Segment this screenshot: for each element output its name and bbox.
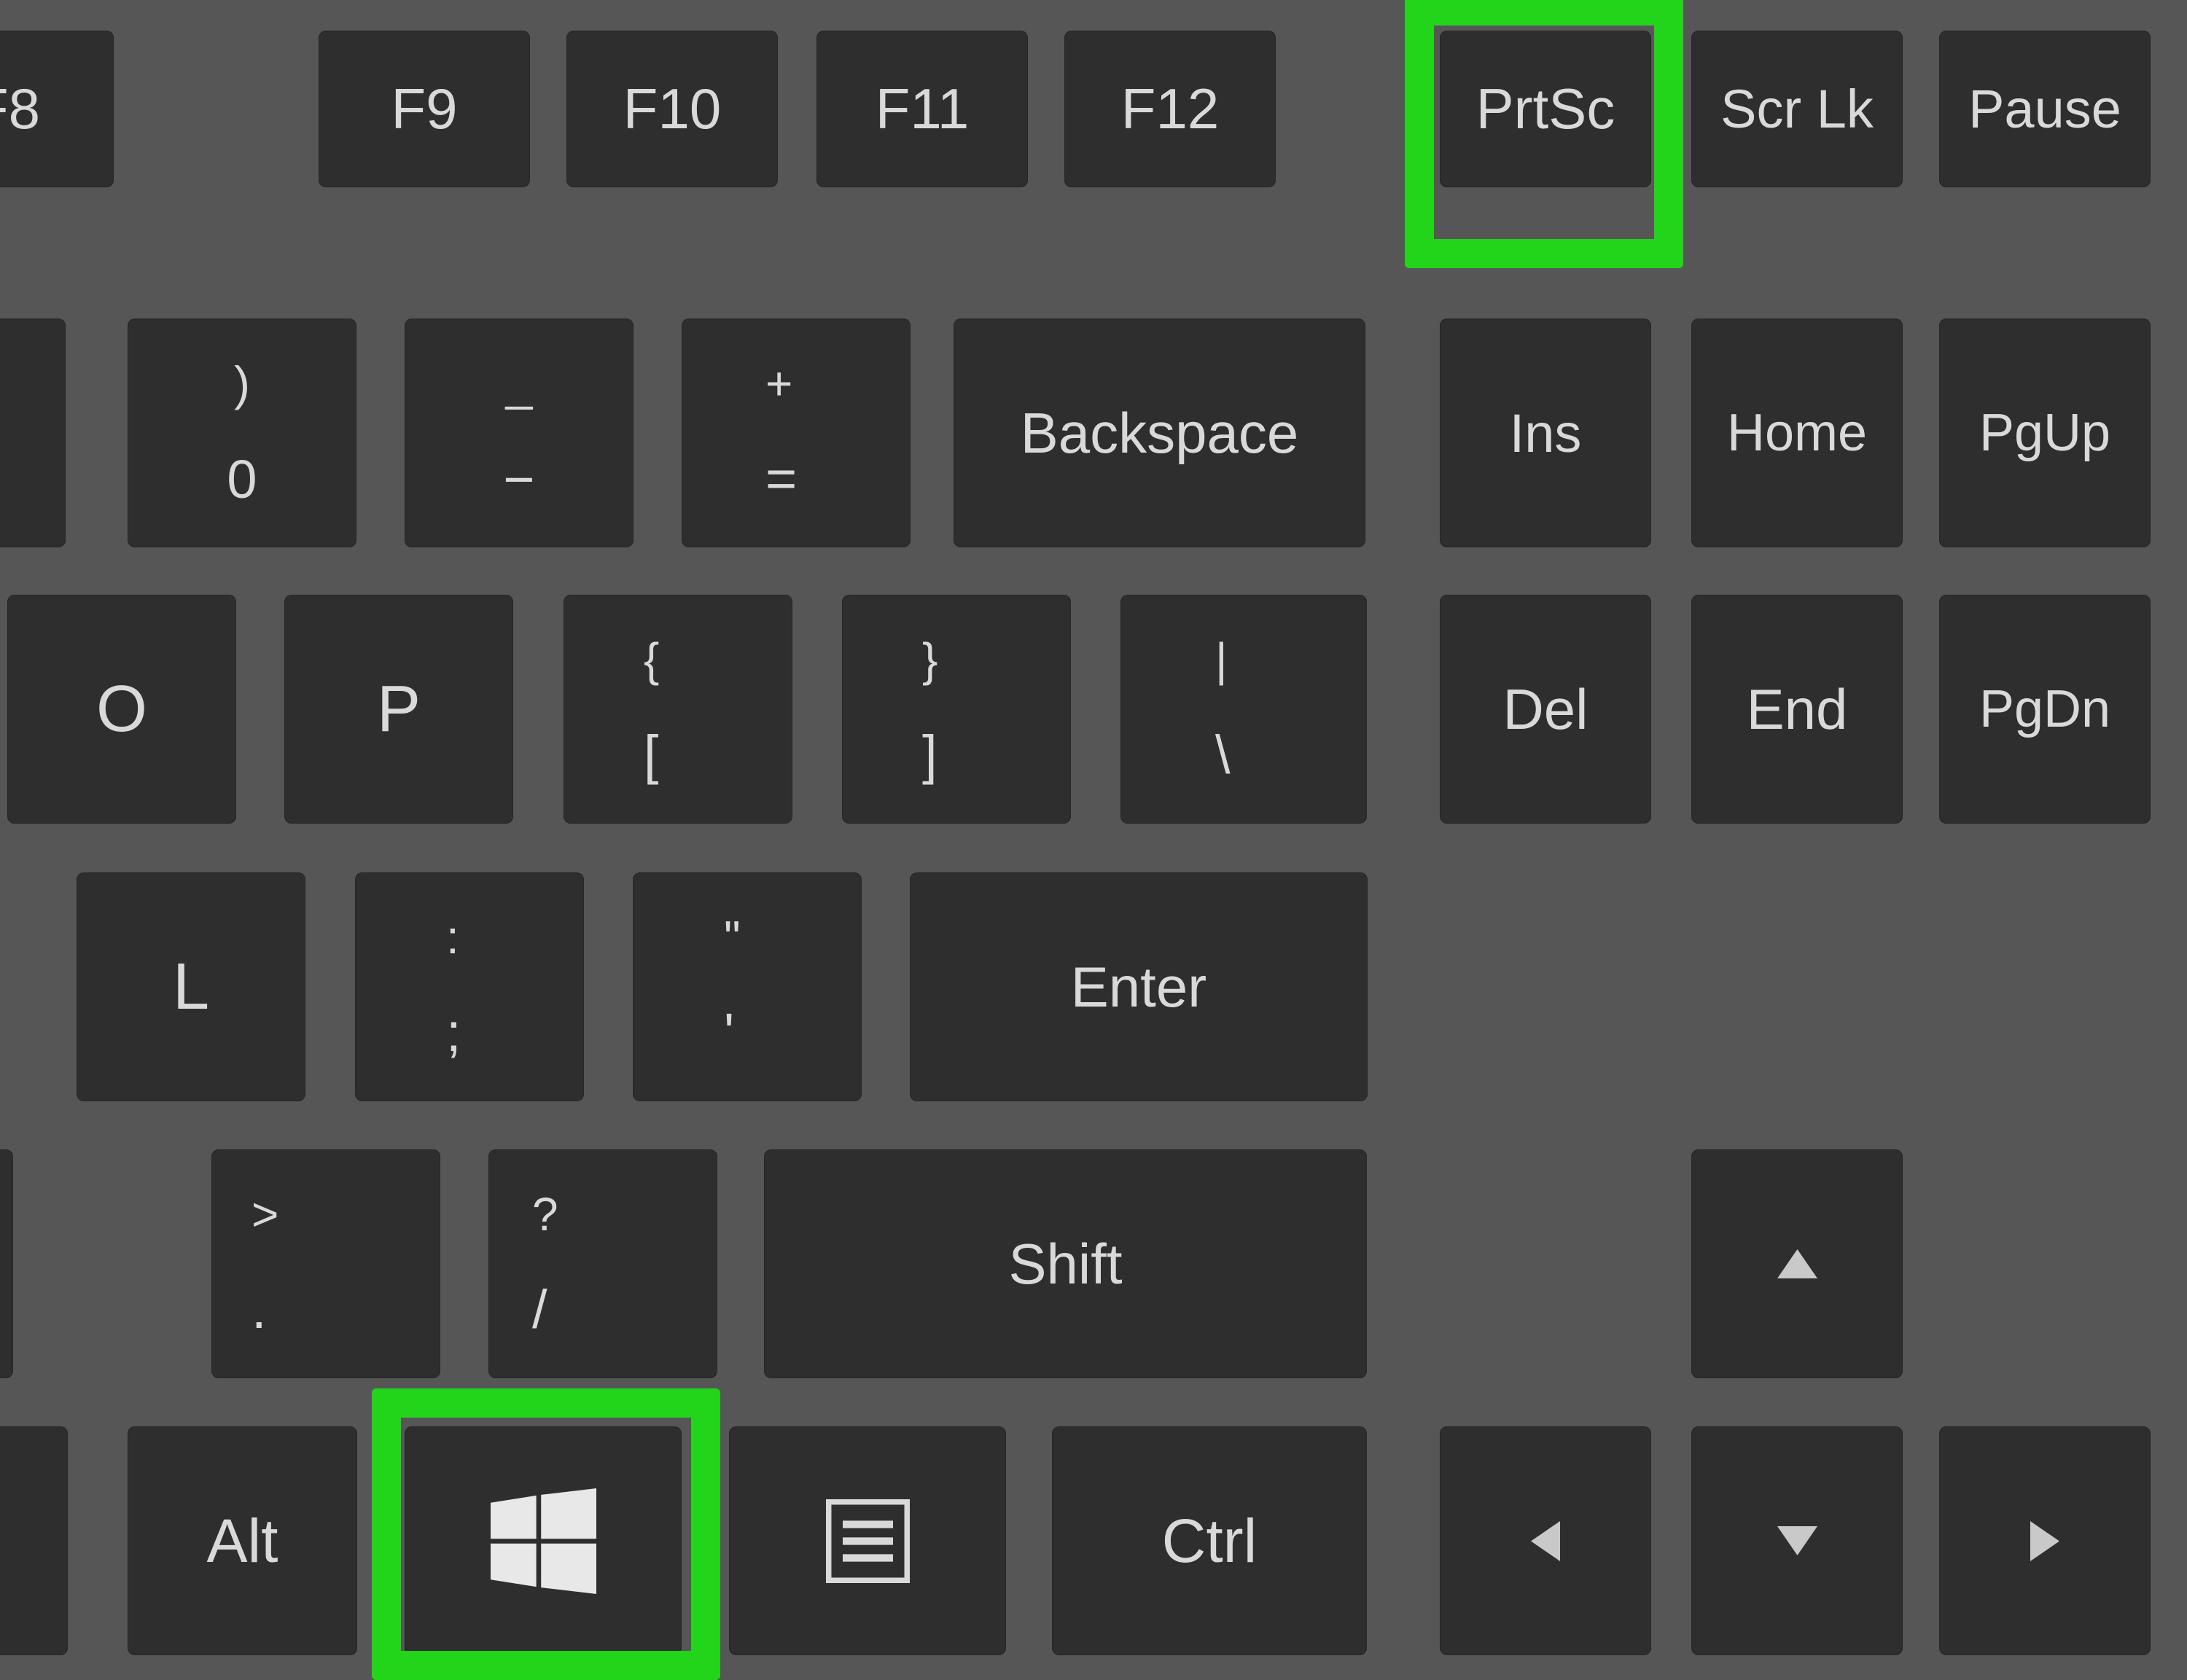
key-right-bracket-main: ] (922, 724, 937, 786)
key-prtsc[interactable]: PrtSc (1440, 31, 1651, 187)
arrow-right-icon (2030, 1521, 2059, 1561)
key-left-bracket-main: [ (644, 724, 659, 786)
key-slash-main: / (532, 1278, 547, 1340)
key-dot-shift: > (252, 1187, 278, 1241)
key-0-main: 0 (227, 448, 257, 510)
key-quote[interactable]: " ' (633, 872, 862, 1101)
key-home[interactable]: Home (1691, 319, 1903, 547)
key-o[interactable]: O (7, 595, 236, 824)
key-right-bracket-shift: } (922, 633, 937, 687)
key-comma[interactable]: < , (0, 1149, 13, 1378)
key-f10[interactable]: F10 (566, 31, 778, 187)
key-0[interactable]: ) 0 (128, 319, 356, 547)
key-end[interactable]: End (1691, 595, 1903, 824)
key-backslash-shift: | (1215, 633, 1228, 687)
key-semicolon-main: ; (446, 1001, 461, 1063)
key-dot-main: . (252, 1278, 267, 1340)
key-right-bracket[interactable]: } ] (842, 595, 1071, 824)
key-quote-shift: " (724, 910, 741, 964)
key-f9[interactable]: F9 (319, 31, 530, 187)
key-left-bracket-shift: { (644, 633, 659, 687)
key-0-shift: ) (234, 356, 250, 411)
windows-icon (491, 1488, 596, 1594)
key-semicolon-shift: : (446, 910, 459, 964)
key-f11[interactable]: F11 (816, 31, 1028, 187)
key-pgup[interactable]: PgUp (1939, 319, 2151, 547)
key-minus[interactable]: _ − (405, 319, 634, 547)
arrow-up-icon (1777, 1249, 1817, 1278)
key-left-bracket[interactable]: { [ (564, 595, 792, 824)
key-enter[interactable]: Enter (910, 872, 1368, 1101)
key-semicolon[interactable]: : ; (355, 872, 584, 1101)
arrow-left-icon (1531, 1521, 1560, 1561)
key-9[interactable]: 9 (0, 319, 66, 547)
key-quote-main: ' (724, 1001, 734, 1063)
key-arrow-left[interactable] (1440, 1426, 1651, 1655)
key-ctrl-right[interactable]: Ctrl (1052, 1426, 1367, 1655)
key-shift-right[interactable]: Shift (764, 1149, 1367, 1378)
keyboard: F8 F9 F10 F11 F12 PrtSc Scr Lk Pause 9 )… (0, 0, 2187, 1625)
menu-icon (826, 1499, 910, 1583)
arrow-down-icon (1777, 1526, 1817, 1555)
key-minus-shift: _ (506, 356, 533, 411)
key-slash[interactable]: ? / (488, 1149, 717, 1378)
key-arrow-down[interactable] (1691, 1426, 1903, 1655)
key-del[interactable]: Del (1440, 595, 1651, 824)
key-p[interactable]: P (284, 595, 513, 824)
key-arrow-up[interactable] (1691, 1149, 1903, 1378)
key-dot[interactable]: > . (211, 1149, 440, 1378)
key-alt[interactable]: Alt (128, 1426, 357, 1655)
key-menu[interactable] (729, 1426, 1006, 1655)
key-minus-main: − (503, 448, 534, 510)
key-equals-shift: + (765, 356, 792, 410)
key-left-edge[interactable] (0, 1426, 68, 1655)
key-equals[interactable]: + = (682, 319, 911, 547)
key-arrow-right[interactable] (1939, 1426, 2151, 1655)
key-l[interactable]: L (77, 872, 305, 1101)
key-ins[interactable]: Ins (1440, 319, 1651, 547)
key-pause[interactable]: Pause (1939, 31, 2151, 187)
key-f12[interactable]: F12 (1064, 31, 1276, 187)
key-backspace[interactable]: Backspace (954, 319, 1365, 547)
key-f8[interactable]: F8 (0, 31, 114, 187)
key-scrlk[interactable]: Scr Lk (1691, 31, 1903, 187)
key-pgdn[interactable]: PgDn (1939, 595, 2151, 824)
key-slash-shift: ? (532, 1187, 558, 1241)
key-windows[interactable] (405, 1426, 682, 1655)
key-backslash-main: \ (1215, 724, 1231, 786)
key-backslash[interactable]: | \ (1120, 595, 1367, 824)
key-equals-main: = (765, 448, 797, 509)
